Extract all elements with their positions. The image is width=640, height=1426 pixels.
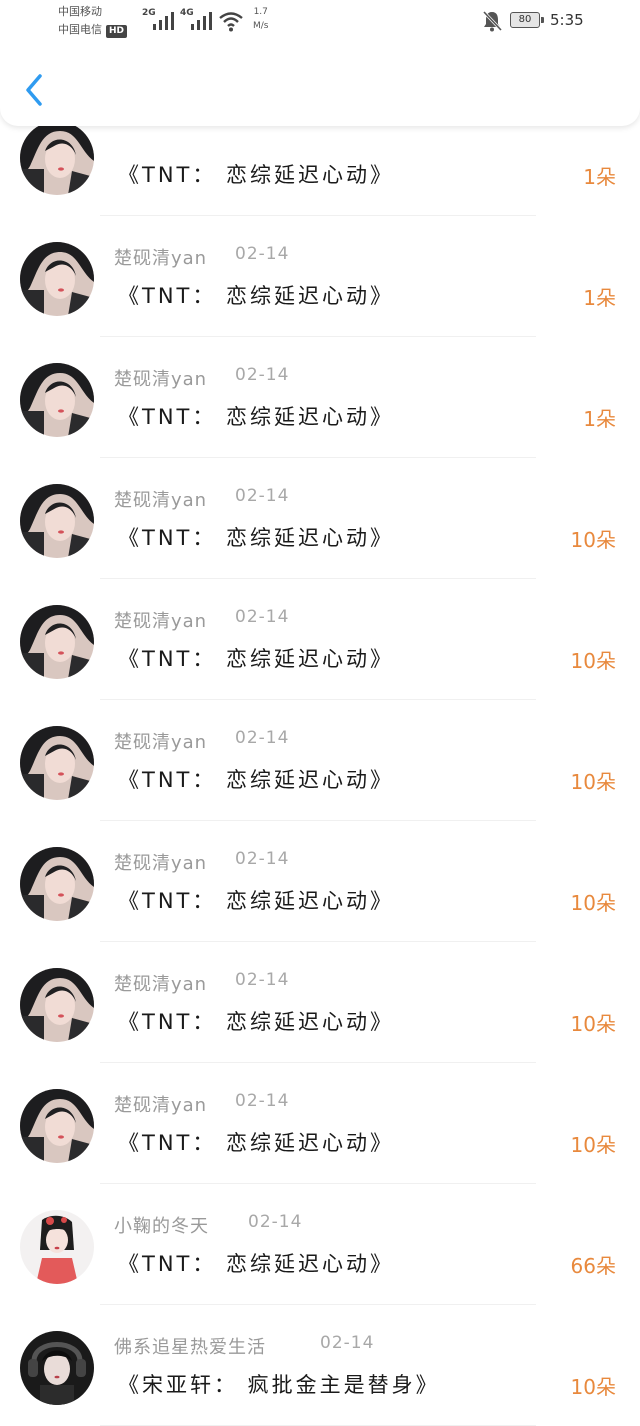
gift-book-title[interactable]: 《TNT： 恋综延迟心动》: [118, 1127, 394, 1157]
username[interactable]: 小鞠的冬天: [114, 1212, 209, 1238]
username[interactable]: 楚砚清yan: [114, 365, 207, 391]
speed-unit: M/s: [253, 21, 269, 31]
gift-date: 02-14: [320, 1333, 375, 1353]
list-item[interactable]: 楚砚清yan 02-14 《TNT： 恋综延迟心动》 1朵: [0, 337, 640, 458]
clock: 5:35: [550, 11, 584, 29]
gift-date: 02-14: [235, 607, 290, 627]
carrier-info: 中国移动 中国电信 HD: [58, 3, 128, 39]
username[interactable]: 楚砚清yan: [114, 486, 207, 512]
gift-amount: 1朵: [583, 165, 616, 189]
avatar[interactable]: [20, 968, 94, 1042]
list-item[interactable]: 楚砚清yan 02-14 《TNT： 恋综延迟心动》 10朵: [0, 700, 640, 821]
gift-amount: 10朵: [570, 1012, 616, 1036]
username[interactable]: 佛系追星热爱生活: [114, 1333, 266, 1359]
avatar[interactable]: [20, 847, 94, 921]
avatar[interactable]: [20, 363, 94, 437]
speed-value: 1.7: [253, 7, 268, 17]
carrier-1: 中国移动: [58, 5, 102, 18]
gift-date: 02-14: [235, 1091, 290, 1111]
avatar[interactable]: [20, 1331, 94, 1405]
avatar[interactable]: [20, 121, 94, 195]
list-item[interactable]: 楚砚清yan 02-14 《TNT： 恋综延迟心动》 10朵: [0, 821, 640, 942]
top-nav-bar: [0, 44, 640, 126]
gift-date: 02-14: [235, 365, 290, 385]
gift-date: 02-14: [235, 728, 290, 748]
hd-badge: HD: [106, 25, 128, 38]
avatar[interactable]: [20, 484, 94, 558]
gift-amount: 10朵: [570, 528, 616, 552]
signal-icon: [191, 12, 212, 30]
gift-book-title[interactable]: 《TNT： 恋综延迟心动》: [118, 280, 394, 310]
list-item[interactable]: 楚砚清yan 02-14 《TNT： 恋综延迟心动》 10朵: [0, 942, 640, 1063]
list-item[interactable]: 楚砚清yan 02-14 《TNT： 恋综延迟心动》 1朵: [0, 216, 640, 337]
list-item[interactable]: 楚砚清yan 02-14 《TNT： 恋综延迟心动》 10朵: [0, 458, 640, 579]
avatar[interactable]: [20, 1089, 94, 1163]
gift-amount: 66朵: [570, 1254, 616, 1278]
carrier-2: 中国电信: [58, 23, 102, 36]
gift-book-title[interactable]: 《TNT： 恋综延迟心动》: [118, 401, 394, 431]
gift-amount: 1朵: [583, 286, 616, 310]
status-bar: 中国移动 中国电信 HD 2G 4G 1.7 M/s 80 5:35: [0, 0, 640, 44]
avatar[interactable]: [20, 1210, 94, 1284]
bell-off-icon: [482, 10, 502, 32]
battery-indicator: 80: [510, 12, 544, 28]
network-speed: 1.7 M/s: [253, 5, 269, 33]
list-item[interactable]: 小鞠的冬天 02-14 《TNT： 恋综延迟心动》 66朵: [0, 1184, 640, 1305]
gift-date: 02-14: [248, 1212, 303, 1232]
avatar[interactable]: [20, 242, 94, 316]
username[interactable]: 楚砚清yan: [114, 728, 207, 754]
avatar[interactable]: [20, 726, 94, 800]
list-item[interactable]: 楚砚清yan 02-14 《TNT： 恋综延迟心动》 10朵: [0, 1063, 640, 1184]
gift-book-title[interactable]: 《TNT： 恋综延迟心动》: [118, 1006, 394, 1036]
username[interactable]: 楚砚清yan: [114, 607, 207, 633]
username[interactable]: 楚砚清yan: [114, 970, 207, 996]
gift-book-title[interactable]: 《TNT： 恋综延迟心动》: [118, 522, 394, 552]
gift-date: 02-14: [235, 244, 290, 264]
gift-amount: 1朵: [583, 407, 616, 431]
gift-amount: 10朵: [570, 649, 616, 673]
gift-book-title[interactable]: 《TNT： 恋综延迟心动》: [118, 643, 394, 673]
gift-book-title[interactable]: 《TNT： 恋综延迟心动》: [118, 159, 394, 189]
avatar[interactable]: [20, 605, 94, 679]
gift-date: 02-14: [235, 849, 290, 869]
gift-amount: 10朵: [570, 1375, 616, 1399]
username[interactable]: 楚砚清yan: [114, 244, 207, 270]
gift-book-title[interactable]: 《TNT： 恋综延迟心动》: [118, 764, 394, 794]
username[interactable]: 楚砚清yan: [114, 849, 207, 875]
signal-icon: [153, 12, 174, 30]
wifi-icon: [219, 12, 243, 32]
gift-amount: 10朵: [570, 1133, 616, 1157]
gift-book-title[interactable]: 《TNT： 恋综延迟心动》: [118, 1248, 394, 1278]
gift-amount: 10朵: [570, 891, 616, 915]
list-item[interactable]: 楚砚清yan 02-14 《TNT： 恋综延迟心动》 10朵: [0, 579, 640, 700]
gift-book-title[interactable]: 《宋亚轩： 疯批金主是替身》: [118, 1369, 440, 1399]
chevron-left-icon[interactable]: [22, 72, 46, 108]
gift-date: 02-14: [235, 970, 290, 990]
username[interactable]: 楚砚清yan: [114, 1091, 207, 1117]
gift-amount: 10朵: [570, 770, 616, 794]
gift-date: 02-14: [235, 486, 290, 506]
list-item[interactable]: 佛系追星热爱生活 02-14 《宋亚轩： 疯批金主是替身》 10朵: [0, 1305, 640, 1426]
gift-book-title[interactable]: 《TNT： 恋综延迟心动》: [118, 885, 394, 915]
